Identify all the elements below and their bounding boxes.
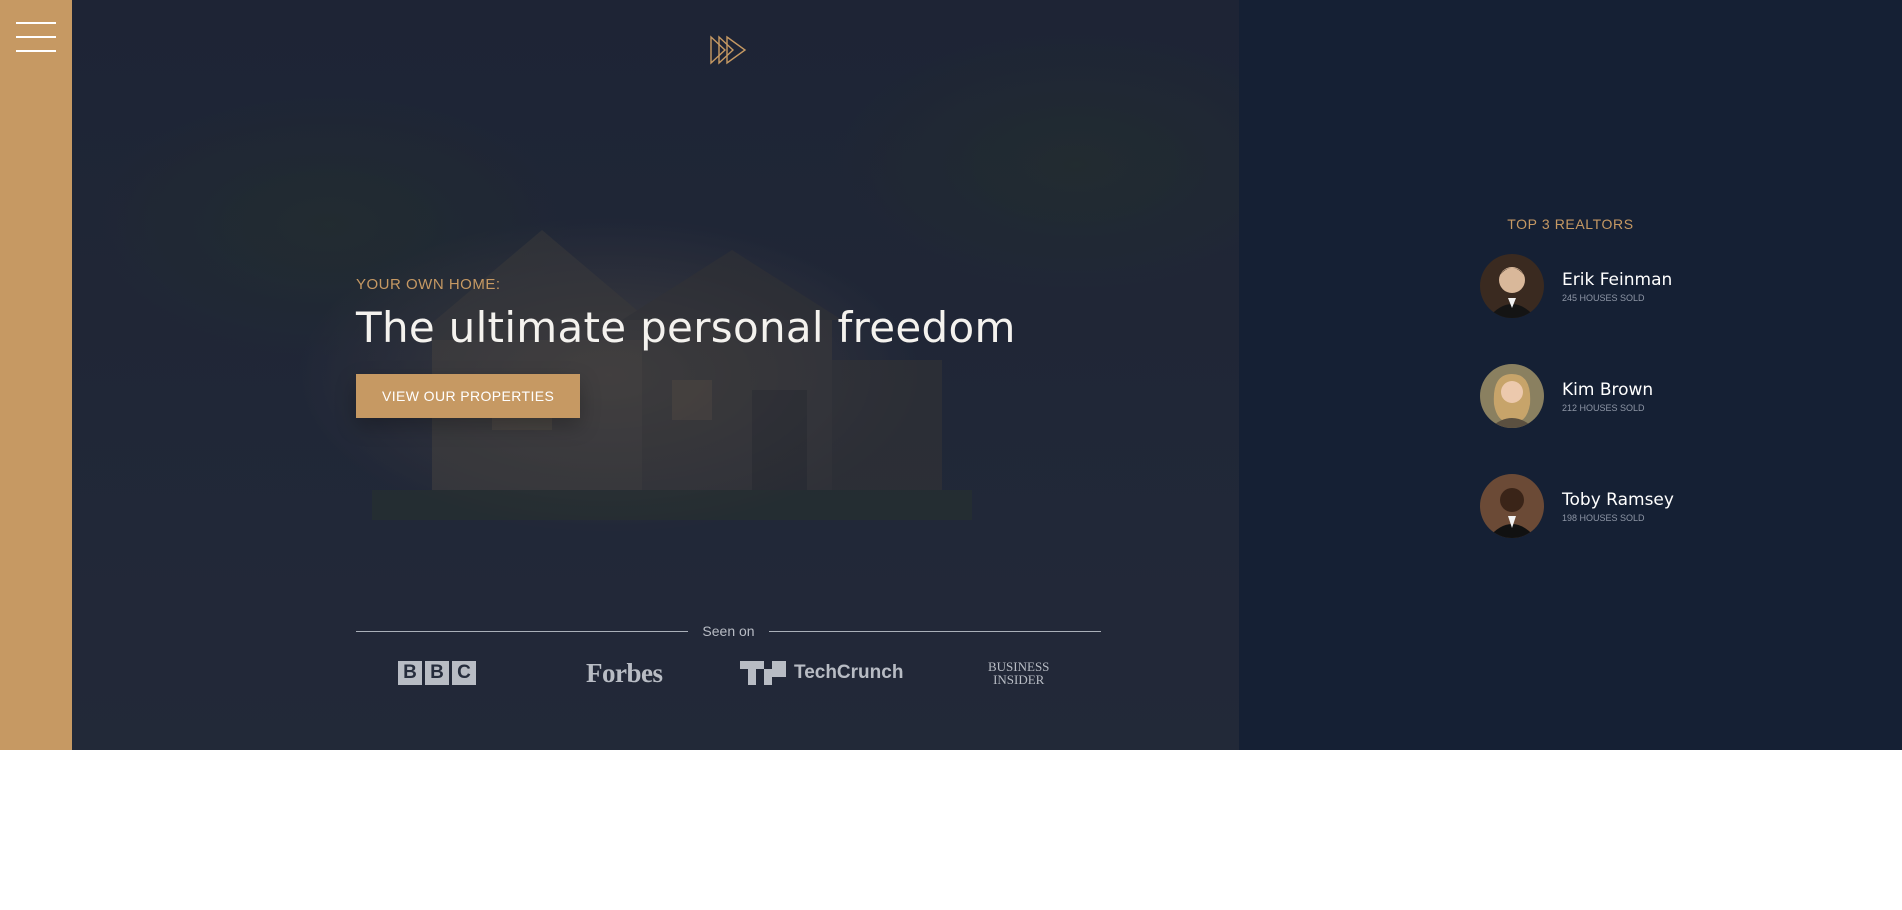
avatar [1480,364,1544,428]
realtor-info: Kim Brown 212 HOUSES SOLD [1562,380,1653,413]
hero-content: YOUR OWN HOME: The ultimate personal fre… [356,276,1016,418]
realtor-houses-sold: 212 HOUSES SOLD [1562,402,1645,413]
realtor-name: Erik Feinman [1562,269,1673,290]
techcrunch-wordmark: TechCrunch [794,662,904,683]
realtor-houses-sold: 198 HOUSES SOLD [1562,512,1645,523]
avatar [1480,474,1544,538]
menu-line [16,50,56,52]
techcrunch-logo: TechCrunch [740,655,903,691]
menu-line [16,36,56,38]
business-insider-logo: BUSINESS INSIDER [988,655,1049,691]
seen-on-section: Seen on B B C Forbes TechCrunch BUSINESS… [356,623,1102,695]
menu-line [16,22,56,24]
seen-on-label: Seen on [702,623,755,639]
realtors-title: TOP 3 REALTORS [1507,216,1634,232]
press-logos: B B C Forbes TechCrunch BUSINESS INSIDER [356,655,1101,695]
hero-eyebrow: YOUR OWN HOME: [356,276,501,293]
bbc-logo: B B C [398,655,479,691]
realtor-card[interactable]: Erik Feinman 245 HOUSES SOLD [1480,254,1672,318]
hero-headline: The ultimate personal freedom [356,303,1016,352]
hero-section: YOUR OWN HOME: The ultimate personal fre… [72,0,1240,750]
triple-triangle-play-icon[interactable] [709,35,747,65]
realtor-houses-sold: 245 HOUSES SOLD [1562,292,1645,303]
realtor-card[interactable]: Kim Brown 212 HOUSES SOLD [1480,364,1653,428]
avatar [1480,254,1544,318]
forbes-logo: Forbes [586,657,663,688]
realtor-info: Erik Feinman 245 HOUSES SOLD [1562,270,1672,303]
view-properties-button[interactable]: VIEW OUR PROPERTIES [356,374,581,418]
hamburger-menu-icon[interactable] [16,22,56,54]
business-insider-line-2: INSIDER [993,672,1045,687]
page: YOUR OWN HOME: The ultimate personal fre… [0,0,1902,910]
realtor-name: Toby Ramsey [1562,489,1674,510]
realtor-card[interactable]: Toby Ramsey 198 HOUSES SOLD [1480,474,1674,538]
realtor-name: Kim Brown [1562,379,1654,400]
realtors-panel: TOP 3 REALTORS Erik Feinman 245 HOUSES S… [1239,0,1902,750]
divider-line [356,630,689,632]
realtor-info: Toby Ramsey 198 HOUSES SOLD [1562,490,1674,523]
sidebar [0,0,72,750]
seen-on-divider: Seen on [356,623,1102,639]
divider-line [768,630,1102,632]
techcrunch-mark-icon [740,661,786,685]
